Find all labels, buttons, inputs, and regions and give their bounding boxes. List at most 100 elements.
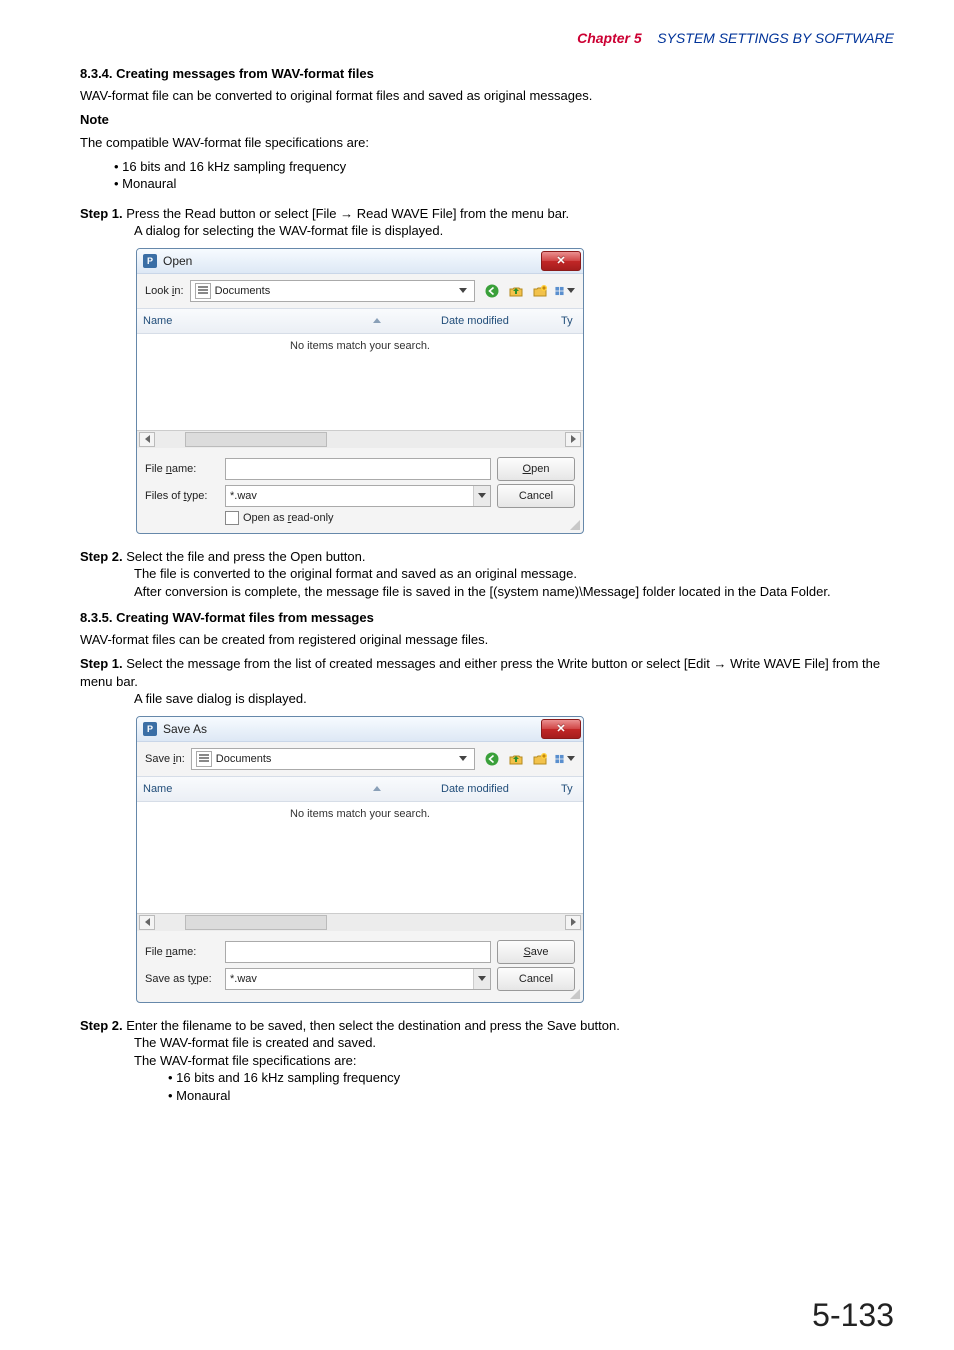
step-text: Select the file and press the Open butto… [126,549,365,564]
view-menu-button[interactable] [553,280,575,302]
look-in-dropdown[interactable]: Documents [190,280,475,302]
view-menu-button[interactable] [553,748,575,770]
file-list-header[interactable]: Name Date modified Ty [137,308,583,334]
look-in-value: Documents [215,285,452,297]
save-as-type-label: Save as type: [145,973,219,985]
section-835-intro: WAV-format files can be created from reg… [80,631,894,649]
file-list[interactable]: No items match your search. [137,334,583,430]
save-button[interactable]: Save [497,940,575,964]
file-name-label: File name: [145,463,219,475]
dialog-title: Save As [163,722,541,736]
save-in-label: Save in: [145,753,185,765]
step-text: The WAV-format file is created and saved… [134,1034,894,1052]
file-list[interactable]: No items match your search. [137,802,583,913]
files-of-type-label: Files of type: [145,490,219,502]
files-of-type-value: *.wav [230,490,257,502]
read-only-label: Open as read-only [243,512,334,524]
chapter-label: Chapter 5 [577,30,642,46]
horizontal-scrollbar[interactable] [137,913,583,931]
note-label: Note [80,111,894,129]
chevron-down-icon [567,756,575,761]
section-835-heading: 8.3.5. Creating WAV-format files from me… [80,610,894,625]
scroll-thumb[interactable] [185,432,327,447]
chapter-title: SYSTEM SETTINGS BY SOFTWARE [657,30,894,46]
column-name[interactable]: Name [143,783,172,795]
save-as-dialog: P Save As ✕ Save in: Documents [136,716,584,1003]
app-icon: P [143,254,157,268]
step-text: After conversion is complete, the messag… [134,583,894,601]
file-list-header[interactable]: Name Date modified Ty [137,776,583,802]
file-name-input[interactable] [225,458,491,480]
empty-message: No items match your search. [290,808,430,820]
chevron-down-icon[interactable] [456,749,470,769]
read-only-checkbox[interactable] [225,511,239,525]
column-name[interactable]: Name [143,315,172,327]
section-834-intro: WAV-format file can be converted to orig… [80,87,894,105]
close-button[interactable]: ✕ [541,251,581,271]
note-intro: The compatible WAV-format file specifica… [80,134,894,152]
horizontal-scrollbar[interactable] [137,430,583,448]
save-as-type-value: *.wav [230,973,257,985]
column-type[interactable]: Ty [561,783,577,795]
column-type[interactable]: Ty [561,315,577,327]
up-one-level-button[interactable] [505,748,527,770]
step-text: A dialog for selecting the WAV-format fi… [134,222,894,240]
sort-indicator-icon [373,786,381,791]
back-button[interactable] [481,280,503,302]
spec-item: • Monaural [114,175,894,193]
column-date[interactable]: Date modified [441,783,561,795]
chevron-down-icon[interactable] [456,281,470,301]
resize-grip-icon[interactable] [570,989,580,999]
dialog-title: Open [163,254,541,268]
new-folder-button[interactable] [529,748,551,770]
spec-item: • 16 bits and 16 kHz sampling frequency [168,1069,894,1087]
resize-grip-icon[interactable] [570,520,580,530]
save-in-value: Documents [216,753,452,765]
close-button[interactable]: ✕ [541,719,581,739]
sort-indicator-icon [373,318,381,323]
scroll-thumb[interactable] [185,915,327,930]
titlebar: P Save As ✕ [137,717,583,742]
scroll-left-button[interactable] [139,915,155,930]
step-text: The file is converted to the original fo… [134,565,894,583]
chevron-down-icon[interactable] [473,969,490,989]
files-of-type-dropdown[interactable]: *.wav [225,485,491,507]
empty-message: No items match your search. [290,340,430,352]
titlebar: P Open ✕ [137,249,583,274]
scroll-right-button[interactable] [565,915,581,930]
up-one-level-button[interactable] [505,280,527,302]
step-text: Press the Read button or select [File → … [126,206,569,221]
chevron-down-icon[interactable] [473,486,490,506]
scroll-left-button[interactable] [139,432,155,447]
step-label: Step 1. [80,206,123,221]
back-button[interactable] [481,748,503,770]
column-date[interactable]: Date modified [441,315,561,327]
open-dialog: P Open ✕ Look in: Documents [136,248,584,534]
new-folder-button[interactable] [529,280,551,302]
chevron-down-icon [567,288,575,293]
folder-icon [196,751,212,767]
app-icon: P [143,722,157,736]
step-text: A file save dialog is displayed. [134,690,894,708]
open-button[interactable]: Open [497,457,575,481]
page-number: 5-133 [812,1297,894,1334]
save-as-type-dropdown[interactable]: *.wav [225,968,491,990]
spec-item: • 16 bits and 16 kHz sampling frequency [114,158,894,176]
folder-icon [195,283,211,299]
chapter-header: Chapter 5 SYSTEM SETTINGS BY SOFTWARE [80,30,894,46]
step-label: Step 2. [80,549,123,564]
file-name-label: File name: [145,946,219,958]
spec-item: • Monaural [168,1087,894,1105]
scroll-right-button[interactable] [565,432,581,447]
look-in-label: Look in: [145,285,184,297]
step-label: Step 2. [80,1018,123,1033]
cancel-button[interactable]: Cancel [497,967,575,991]
step-text: The WAV-format file specifications are: [134,1052,894,1070]
step-text: Select the message from the list of crea… [80,656,880,689]
section-834-heading: 8.3.4. Creating messages from WAV-format… [80,66,894,81]
step-label: Step 1. [80,656,123,671]
file-name-input[interactable] [225,941,491,963]
step-text: Enter the filename to be saved, then sel… [126,1018,620,1033]
save-in-dropdown[interactable]: Documents [191,748,475,770]
cancel-button[interactable]: Cancel [497,484,575,508]
